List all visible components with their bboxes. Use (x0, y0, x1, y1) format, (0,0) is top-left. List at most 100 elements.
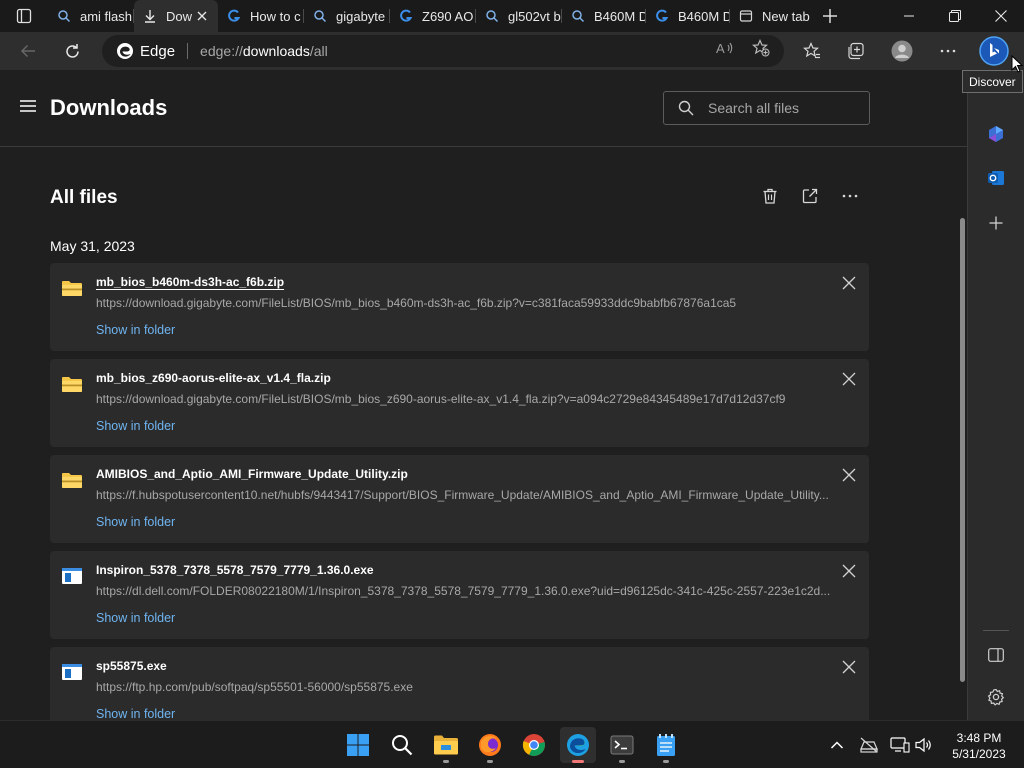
tab-strip: ami flash Dow How to c gigabyte Z690 AO … (0, 0, 1024, 32)
sidebar-settings-button[interactable] (984, 685, 1008, 709)
hide-sidebar-button[interactable] (984, 643, 1008, 667)
search-icon (678, 100, 694, 116)
read-aloud-button[interactable]: A (716, 39, 734, 57)
browser-toolbar: Edge edge://downloads/all A (0, 32, 1024, 70)
file-source-url: https://dl.dell.com/FOLDER08022180M/1/In… (96, 584, 831, 598)
search-icon (392, 735, 413, 756)
copilot-icon (989, 126, 1003, 142)
new-tab-button[interactable] (818, 4, 842, 28)
tab-how-to[interactable]: How to c (218, 0, 304, 32)
avatar-icon (891, 40, 913, 62)
outlook-icon (988, 171, 1004, 185)
favorites-button[interactable] (796, 35, 828, 67)
remove-download-icon[interactable] (842, 372, 856, 386)
taskbar-terminal[interactable] (604, 727, 640, 763)
menu-icon[interactable] (18, 98, 38, 114)
trash-icon (763, 188, 777, 204)
zip-folder-icon (62, 377, 82, 392)
address-bar[interactable]: Edge edge://downloads/all (102, 35, 784, 67)
show-in-folder-link[interactable]: Show in folder (96, 611, 175, 625)
speaker-icon (915, 737, 931, 753)
address-divider (187, 43, 189, 59)
file-name-link[interactable]: sp55875.exe (96, 659, 167, 673)
file-name-link[interactable]: Inspiron_5378_7378_5578_7579_7779_1.36.0… (96, 563, 374, 577)
profile-button[interactable] (886, 35, 918, 67)
download-item: mb_bios_b460m-ds3h-ac_f6b.zip https://do… (50, 263, 869, 351)
clock-time: 3:48 PM (956, 731, 1002, 745)
taskbar-search-button[interactable] (384, 727, 420, 763)
tab-new-tab[interactable]: New tab (730, 0, 814, 32)
file-source-url: https://download.gigabyte.com/FileList/B… (96, 296, 737, 310)
show-in-folder-link[interactable]: Show in folder (96, 419, 175, 433)
sidebar-divider (983, 630, 1009, 631)
tab-title: New tab (762, 8, 810, 24)
tab-z690[interactable]: Z690 AO (390, 0, 476, 32)
clear-all-button[interactable] (758, 184, 782, 208)
sidebar-outlook-button[interactable] (984, 166, 1008, 190)
tab-title: B460M D (594, 8, 646, 24)
download-item: sp55875.exe https://ftp.hp.com/pub/softp… (50, 647, 869, 720)
discover-tooltip: Discover (962, 70, 1023, 93)
tray-display-network[interactable] (889, 734, 911, 756)
close-tab-icon[interactable] (194, 8, 210, 24)
file-source-url: https://ftp.hp.com/pub/softpaq/sp55501-5… (96, 680, 413, 694)
scrollbar-thumb[interactable] (960, 218, 965, 682)
remove-download-icon[interactable] (842, 468, 856, 482)
download-item: AMIBIOS_and_Aptio_AMI_Firmware_Update_Ut… (50, 455, 869, 543)
download-item: mb_bios_z690-aorus-elite-ax_v1.4_fla.zip… (50, 359, 869, 447)
file-name-link[interactable]: mb_bios_b460m-ds3h-ac_f6b.zip (96, 275, 284, 289)
remove-download-icon[interactable] (842, 276, 856, 290)
tab-title: ami flash (80, 8, 133, 24)
tab-actions-button[interactable] (8, 4, 40, 28)
restore-button[interactable] (932, 0, 978, 32)
search-downloads-field[interactable] (663, 91, 870, 125)
chevron-up-icon (830, 741, 844, 749)
show-in-folder-link[interactable]: Show in folder (96, 515, 175, 529)
tab-b460m-search[interactable]: B460M D (562, 0, 646, 32)
tab-title: Dow (166, 8, 193, 24)
back-button[interactable] (12, 35, 44, 67)
gear-icon (987, 688, 1005, 706)
taskbar-chrome[interactable] (516, 727, 552, 763)
url-text[interactable]: edge://downloads/all (200, 43, 328, 59)
collections-button[interactable] (840, 35, 872, 67)
remove-download-icon[interactable] (842, 564, 856, 578)
tab-downloads[interactable]: Dow (134, 0, 218, 32)
taskbar-file-explorer[interactable] (428, 727, 464, 763)
settings-and-more-button[interactable] (932, 35, 964, 67)
minimize-button[interactable] (886, 0, 932, 32)
start-button[interactable] (340, 727, 376, 763)
tab-gigabyte[interactable]: gigabyte (304, 0, 390, 32)
show-in-folder-link[interactable]: Show in folder (96, 323, 175, 337)
tray-network-status[interactable] (858, 734, 880, 756)
file-name-link[interactable]: AMIBIOS_and_Aptio_AMI_Firmware_Update_Ut… (96, 467, 408, 481)
windows-logo-icon (347, 734, 369, 756)
edge-logo-icon (117, 43, 133, 59)
download-icon (142, 8, 158, 24)
remove-download-icon[interactable] (842, 660, 856, 674)
refresh-button[interactable] (56, 35, 88, 67)
sidebar-copilot-button[interactable] (984, 122, 1008, 146)
tab-title: Z690 AO (422, 8, 474, 24)
show-in-folder-link[interactable]: Show in folder (96, 707, 175, 720)
tab-gl502vt[interactable]: gl502vt b (476, 0, 562, 32)
taskbar-clock[interactable]: 3:48 PM 5/31/2023 (944, 730, 1014, 762)
more-options-button[interactable] (838, 184, 862, 208)
svg-text:A: A (716, 41, 725, 56)
search-icon (484, 8, 500, 24)
tray-volume[interactable] (913, 734, 935, 756)
show-hidden-icons-button[interactable] (826, 734, 848, 756)
discover-button[interactable] (978, 35, 1010, 67)
add-favorite-button[interactable] (752, 39, 770, 57)
taskbar-edge[interactable] (560, 727, 596, 763)
sidebar-add-button[interactable] (984, 211, 1008, 235)
tab-b460m-gigabyte[interactable]: B460M D (646, 0, 730, 32)
taskbar-firefox[interactable] (472, 727, 508, 763)
taskbar-notepad[interactable] (648, 727, 684, 763)
search-input[interactable] (708, 100, 858, 116)
tab-ami-flash[interactable]: ami flash (48, 0, 134, 32)
close-window-button[interactable] (978, 0, 1024, 32)
open-downloads-folder-button[interactable] (798, 184, 822, 208)
tab-title: B460M D (678, 8, 730, 24)
file-name-link[interactable]: mb_bios_z690-aorus-elite-ax_v1.4_fla.zip (96, 371, 331, 385)
